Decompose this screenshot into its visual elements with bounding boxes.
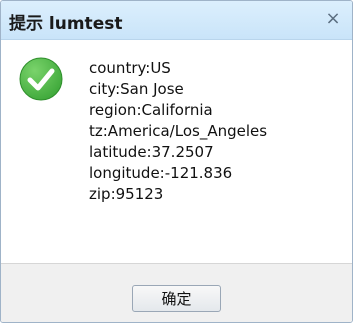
- info-line-longitude: longitude:-121.836: [89, 164, 233, 182]
- close-icon[interactable]: ×: [322, 8, 344, 30]
- message-dialog: 提示 lumtest × country:US city:San Jose re…: [0, 0, 353, 323]
- info-line-zip: zip:95123: [89, 185, 164, 203]
- dialog-body: country:US city:San Jose region:Californ…: [1, 40, 352, 260]
- info-line-region: region:California: [89, 101, 213, 119]
- info-line-latitude: latitude:37.2507: [89, 143, 214, 161]
- dialog-title: 提示 lumtest: [9, 14, 123, 34]
- dialog-titlebar: 提示 lumtest ×: [1, 1, 352, 40]
- dialog-footer: 确定: [1, 263, 352, 322]
- message-text: country:US city:San Jose region:Californ…: [89, 58, 267, 205]
- ok-button[interactable]: 确定: [132, 285, 221, 312]
- info-line-city: city:San Jose: [89, 80, 184, 98]
- info-line-country: country:US: [89, 59, 171, 77]
- info-line-tz: tz:America/Los_Angeles: [89, 122, 268, 140]
- success-check-icon: [19, 57, 63, 101]
